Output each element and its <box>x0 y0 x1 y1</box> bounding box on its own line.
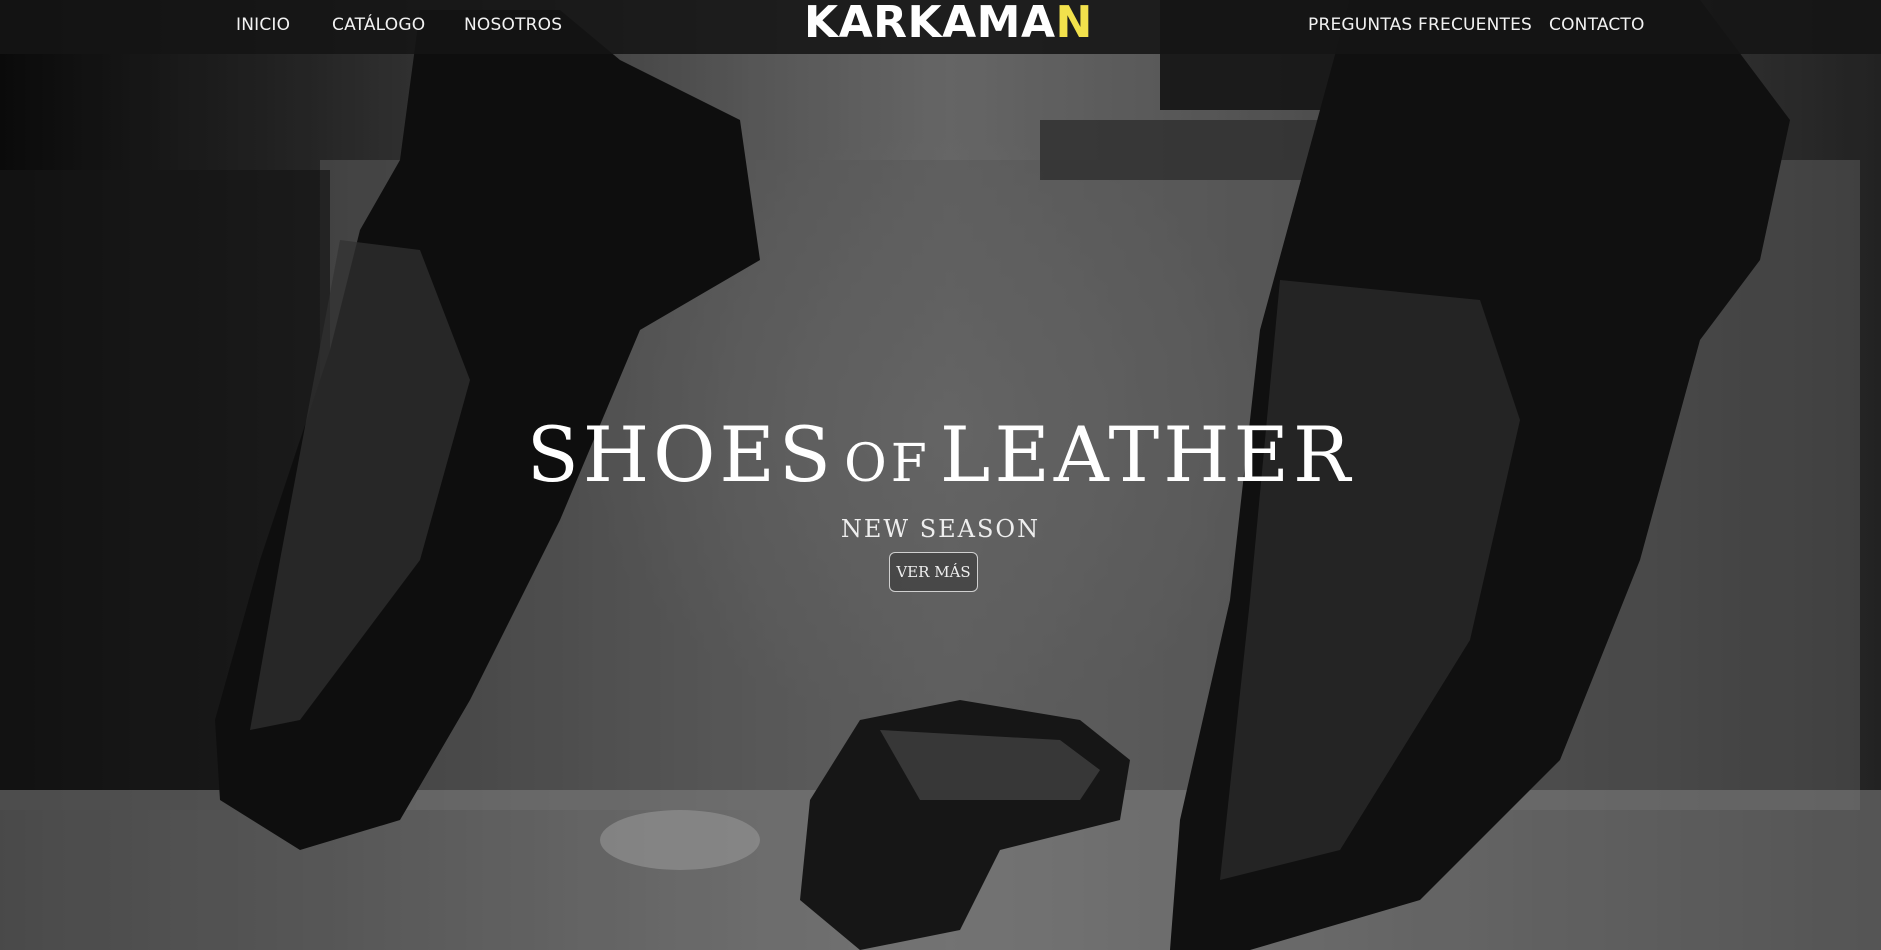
brand-logo[interactable]: KARKAMAN <box>804 0 1093 48</box>
hero-subheadline: NEW SEASON <box>840 515 1041 543</box>
nav-link-preguntas-frecuentes[interactable]: PREGUNTAS FRECUENTES <box>1308 15 1532 35</box>
hero-headline-word-2: OF <box>844 434 931 494</box>
brand-logo-accent: N <box>1055 0 1093 48</box>
top-navigation-bar: INICIO CATÁLOGO NOSOTROS KARKAMAN PREGUN… <box>0 0 1881 54</box>
brand-logo-main: KARKAMA <box>804 0 1056 48</box>
ver-mas-button[interactable]: VER MÁS <box>889 552 978 592</box>
nav-link-nosotros[interactable]: NOSOTROS <box>464 15 562 35</box>
nav-link-contacto[interactable]: CONTACTO <box>1549 15 1645 35</box>
hero-headline-word-1: SHOES <box>526 410 835 499</box>
nav-link-catalogo[interactable]: CATÁLOGO <box>332 15 425 35</box>
nav-link-inicio[interactable]: INICIO <box>236 15 290 35</box>
hero-headline: SHOES OF LEATHER <box>0 410 1881 499</box>
hero-headline-word-3: LEATHER <box>939 410 1355 499</box>
